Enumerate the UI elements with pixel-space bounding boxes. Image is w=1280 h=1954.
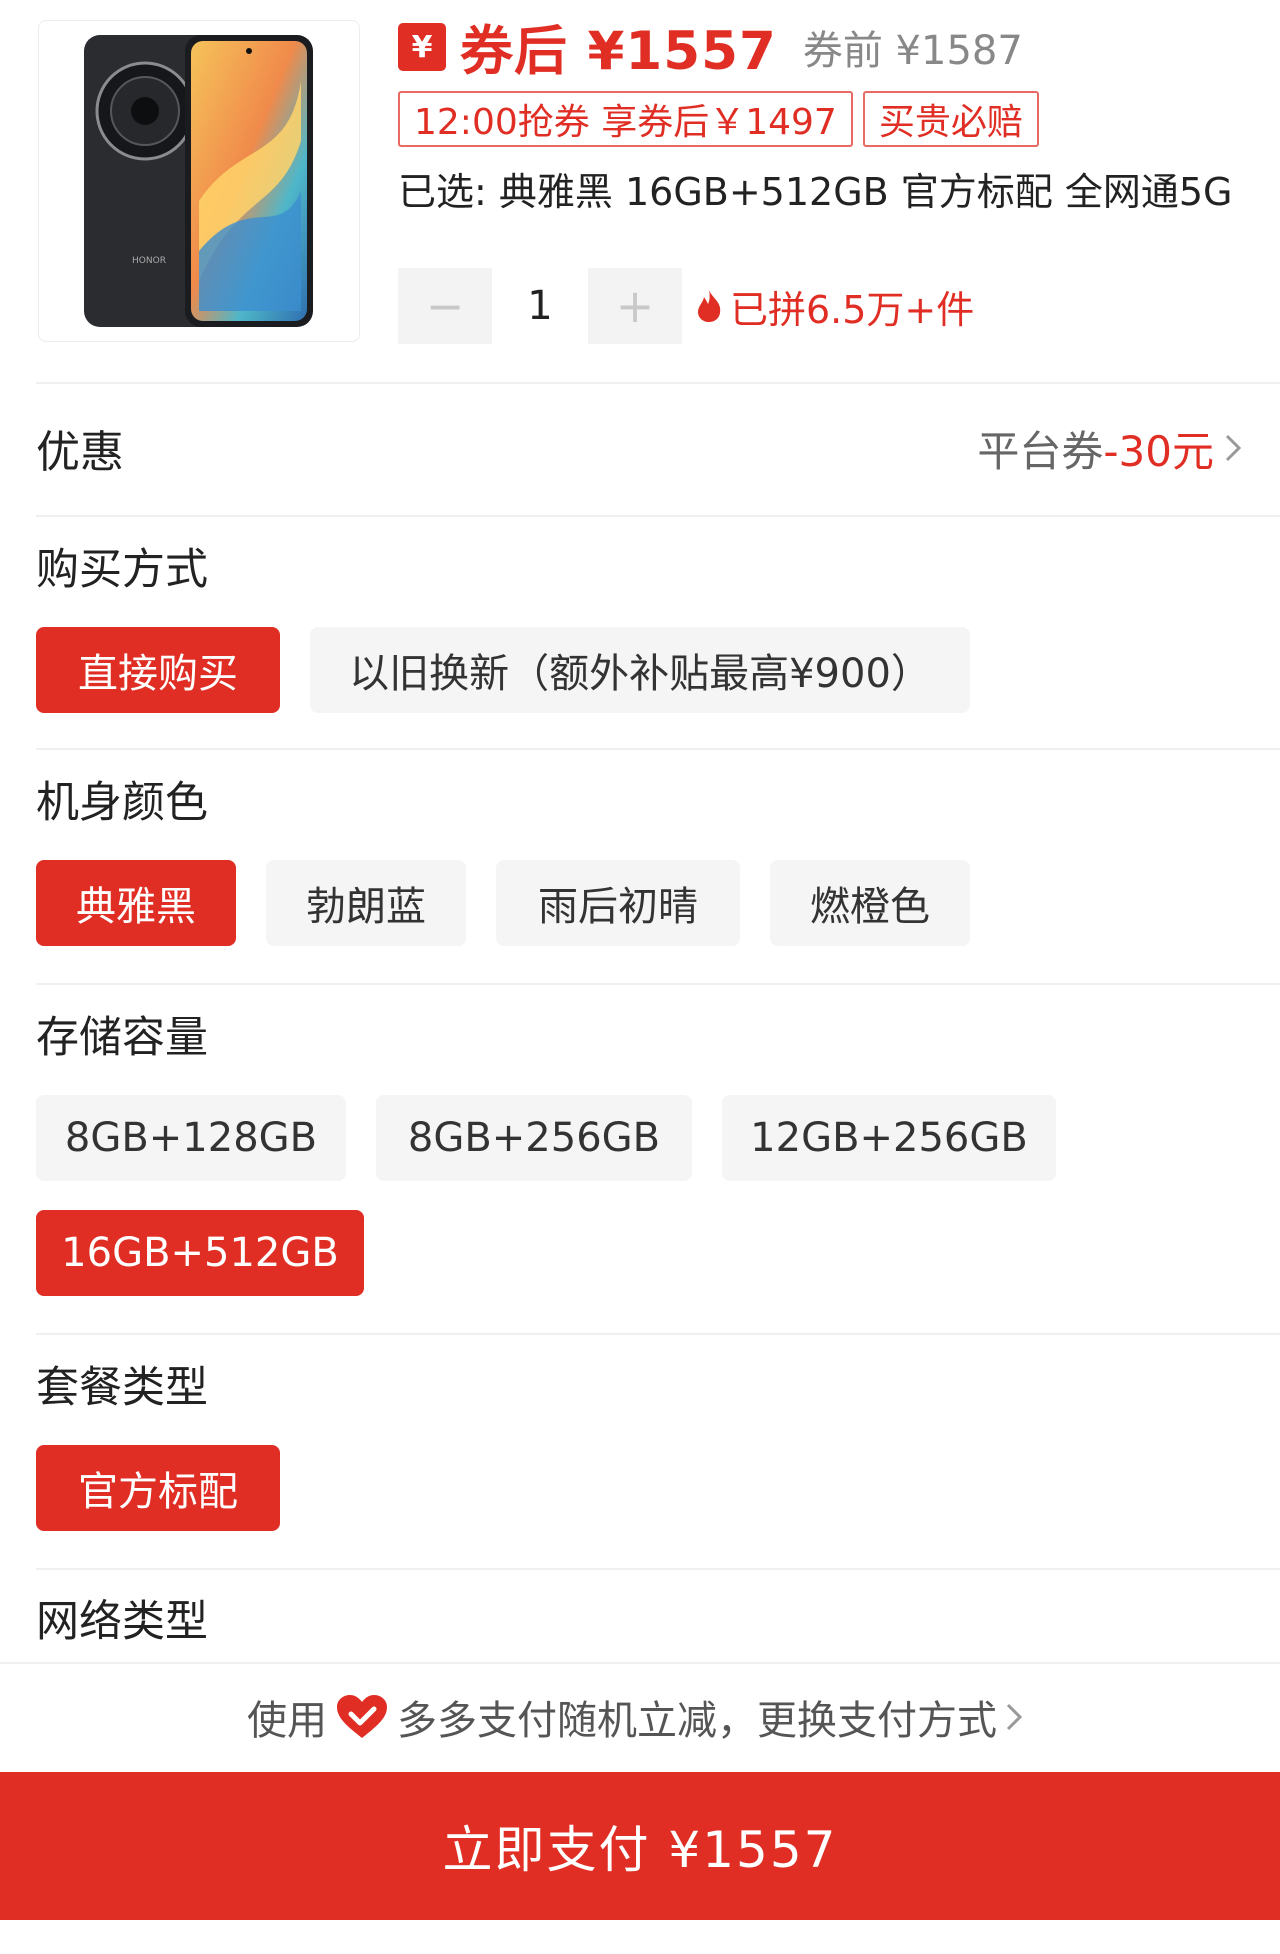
storage-option-12-256[interactable]: 12GB+256GB — [722, 1095, 1056, 1181]
storage-title: 存储容量 — [36, 1013, 208, 1063]
price-before-coupon: 券前 ¥1587 — [802, 28, 1023, 74]
discount-row[interactable]: 优惠 平台券 -30元 — [36, 408, 1244, 488]
quantity-value[interactable]: 1 — [492, 283, 588, 329]
payment-hint-text: 多多支付随机立减，更换支付方式 — [397, 1698, 997, 1744]
color-option-black[interactable]: 典雅黑 — [36, 860, 236, 946]
price-after-coupon: 券后 ¥1557 — [460, 21, 777, 82]
payment-hint-prefix: 使用 — [247, 1698, 327, 1744]
package-title: 套餐类型 — [36, 1363, 208, 1413]
color-option-blue[interactable]: 勃朗蓝 — [266, 860, 466, 946]
storage-option-16-512[interactable]: 16GB+512GB — [36, 1210, 364, 1296]
package-option-official[interactable]: 官方标配 — [36, 1445, 280, 1531]
price-guarantee-tag[interactable]: 买贵必赔 — [862, 91, 1039, 147]
discount-prefix: 平台券 — [977, 426, 1104, 476]
promo-tags: 12:00抢券 享券后￥1497 买贵必赔 — [398, 91, 1049, 147]
duoduo-pay-heart-icon — [337, 1695, 387, 1738]
chevron-right-icon — [1006, 1703, 1023, 1731]
payment-method-hint[interactable]: 使用 多多支付随机立减，更换支付方式 — [0, 1662, 1280, 1770]
checkout-sheet: HONOR ¥ 券后 ¥1557 券前 ¥1587 12:00抢券 享券后￥14… — [0, 0, 1280, 1954]
color-option-orange[interactable]: 燃橙色 — [770, 860, 970, 946]
selected-spec: 已选: 典雅黑 16GB+512GB 官方标配 全网通5G — [398, 170, 1233, 214]
purchase-mode-title: 购买方式 — [36, 545, 208, 595]
divider — [36, 748, 1280, 750]
flame-icon — [698, 290, 721, 322]
discount-value[interactable]: 平台券 -30元 — [977, 418, 1244, 479]
discount-amount: -30元 — [1103, 426, 1214, 476]
divider — [36, 983, 1280, 985]
divider — [36, 1568, 1280, 1570]
divider — [36, 515, 1280, 517]
price-line: ¥ 券后 ¥1557 券前 ¥1587 — [398, 14, 1023, 82]
purchase-option-direct[interactable]: 直接购买 — [36, 627, 280, 713]
coupon-icon: ¥ — [398, 23, 446, 71]
flash-coupon-tag[interactable]: 12:00抢券 享券后￥1497 — [398, 91, 853, 147]
storage-option-8-128[interactable]: 8GB+128GB — [36, 1095, 346, 1181]
discount-label: 优惠 — [36, 427, 124, 478]
network-title: 网络类型 — [36, 1597, 208, 1647]
bottom-safe-area — [0, 1920, 1280, 1954]
color-option-sky[interactable]: 雨后初晴 — [496, 860, 740, 946]
purchase-option-trade-in[interactable]: 以旧换新（额外补贴最高¥900） — [310, 627, 970, 713]
divider — [36, 382, 1280, 384]
quantity-stepper: − 1 + 已拼6.5万+件 — [398, 268, 974, 344]
divider — [36, 1333, 1280, 1335]
product-image: HONOR — [38, 20, 360, 342]
decrease-quantity-button[interactable]: − — [398, 268, 492, 344]
sold-count-text: 已拼6.5万+件 — [730, 287, 975, 332]
increase-quantity-button[interactable]: + — [588, 268, 682, 344]
color-title: 机身颜色 — [36, 778, 208, 828]
phone-brand-text: HONOR — [132, 256, 166, 266]
storage-option-8-256[interactable]: 8GB+256GB — [376, 1095, 692, 1181]
sold-count: 已拼6.5万+件 — [694, 279, 974, 334]
pay-now-button[interactable]: 立即支付 ¥1557 — [0, 1772, 1280, 1920]
chevron-right-icon — [1225, 434, 1242, 462]
